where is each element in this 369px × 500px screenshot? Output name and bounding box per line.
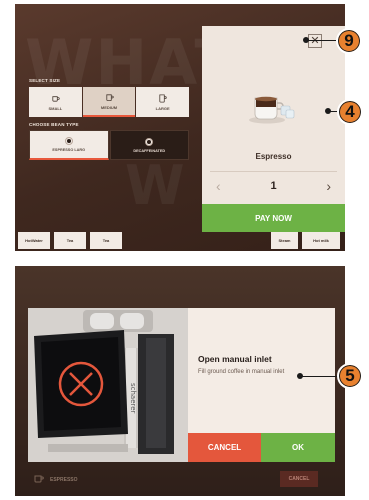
espresso-cup-image bbox=[249, 96, 295, 124]
size-small-label: SMALL bbox=[48, 105, 63, 111]
page: WHAT W SELECT SIZE SMALL MEDIUM LARGE CH… bbox=[0, 0, 369, 500]
hot-water-button[interactable]: HotWater bbox=[18, 232, 50, 249]
size-medium-label: MEDIUM bbox=[100, 104, 118, 110]
cup-medium-icon bbox=[105, 93, 114, 101]
quantity-stepper: ‹ 1 › bbox=[202, 176, 345, 196]
cup-small-icon bbox=[52, 95, 60, 102]
bean-espresso-label: ESPRESSO LARG bbox=[52, 148, 86, 152]
bean-selector: ESPRESSO LARG DECAFFEINATED bbox=[29, 130, 189, 160]
choose-bean-label: CHOOSE BEAN TYPE bbox=[29, 122, 79, 127]
size-medium-button[interactable]: MEDIUM bbox=[82, 87, 136, 117]
bean-decaf-label: DECAFFEINATED bbox=[133, 148, 166, 153]
callout-5-line bbox=[300, 376, 337, 377]
chevron-right-icon[interactable]: › bbox=[326, 178, 331, 194]
hot-milk-button[interactable]: Hot milk bbox=[302, 232, 340, 249]
size-large-button[interactable]: LARGE bbox=[136, 87, 190, 117]
manual-inlet-screen: schaerer Open manual inlet Fill ground c… bbox=[15, 266, 345, 496]
size-selector: SMALL MEDIUM LARGE bbox=[29, 87, 190, 117]
callout-badge-4: 4 bbox=[337, 99, 363, 125]
select-size-label: SELECT SIZE bbox=[29, 78, 61, 83]
footer-cancel-button[interactable]: CANCEL bbox=[280, 471, 318, 487]
machine-brand-label: schaerer bbox=[129, 383, 137, 414]
cup-icon bbox=[34, 475, 44, 483]
callout-badge-5: 5 bbox=[337, 363, 363, 389]
dialog-message: Fill ground coffee in manual inlet bbox=[198, 369, 285, 375]
tea-button-1[interactable]: Tea bbox=[54, 232, 86, 249]
current-product-label: ESPRESSO bbox=[50, 477, 78, 483]
background-watermark-text-2: W bbox=[125, 154, 185, 217]
ok-button[interactable]: OK bbox=[261, 433, 335, 462]
product-card: ✕ Espresso ‹ 1 › PAY NOW bbox=[202, 26, 345, 232]
order-screen: WHAT W SELECT SIZE SMALL MEDIUM LARGE CH… bbox=[15, 4, 345, 251]
coffee-machine-illustration: schaerer bbox=[28, 308, 188, 462]
callout-9-line bbox=[306, 40, 336, 41]
cup-large-icon bbox=[159, 93, 167, 103]
bean-decaf-button[interactable]: DECAFFEINATED bbox=[109, 130, 189, 160]
product-name: Espresso bbox=[255, 152, 292, 161]
callout-badge-9: 9 bbox=[336, 28, 362, 54]
chevron-left-icon[interactable]: ‹ bbox=[216, 178, 221, 194]
steam-button[interactable]: Steam bbox=[271, 232, 298, 249]
machine-image: schaerer bbox=[28, 308, 188, 462]
cancel-button[interactable]: CANCEL bbox=[188, 433, 261, 462]
size-small-button[interactable]: SMALL bbox=[29, 87, 82, 117]
manual-inlet-dialog: schaerer Open manual inlet Fill ground c… bbox=[28, 308, 335, 462]
dialog-title: Open manual inlet bbox=[198, 354, 272, 364]
size-large-label: LARGE bbox=[155, 105, 170, 111]
bean-espresso-button[interactable]: ESPRESSO LARG bbox=[29, 130, 109, 160]
quantity-value: 1 bbox=[270, 180, 277, 192]
pay-now-button[interactable]: PAY NOW bbox=[202, 204, 345, 232]
radio-selected-icon bbox=[64, 137, 73, 145]
radio-icon bbox=[145, 137, 154, 146]
tea-button-2[interactable]: Tea bbox=[90, 232, 122, 249]
close-icon: ✕ bbox=[310, 35, 319, 47]
close-button[interactable]: ✕ bbox=[308, 34, 322, 48]
divider bbox=[210, 171, 337, 172]
